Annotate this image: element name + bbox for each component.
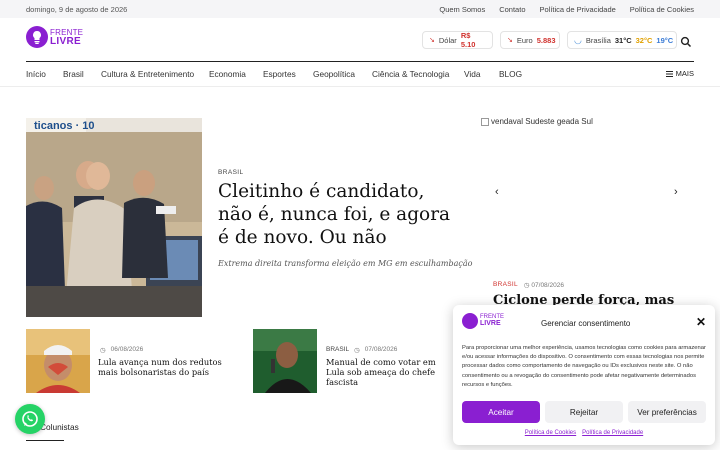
consent-link-privacy[interactable]: Política de Privacidade: [582, 430, 643, 436]
article-1-image[interactable]: [26, 329, 90, 393]
euro-value: 5.883: [536, 35, 556, 45]
more-label: MAIS: [675, 69, 694, 78]
euro-label: Euro: [516, 35, 533, 45]
link-contato[interactable]: Contato: [499, 5, 525, 14]
article-2-headline[interactable]: Manual de como votar em Lula sob ameaça …: [326, 357, 451, 387]
weather-min: 19°C: [656, 35, 674, 45]
slider-image[interactable]: vendaval Sudeste geada Sul: [481, 117, 593, 126]
link-cookies[interactable]: Política de Cookies: [630, 5, 694, 14]
hero-image[interactable]: ticanos · 10: [26, 118, 202, 317]
clock-icon: ◷: [100, 347, 106, 354]
nav-item-inicio[interactable]: Início: [26, 69, 46, 79]
slider-date: ◷ 07/08/2026: [523, 282, 564, 289]
search-icon[interactable]: [680, 35, 692, 48]
top-links: Quem Somos Contato Política de Privacida…: [439, 5, 694, 14]
section-colunistas: Colunistas: [40, 422, 79, 432]
link-privacidade[interactable]: Política de Privacidade: [540, 5, 616, 14]
weather-widget: ◡ Brasília 31°C 32°C 19°C: [567, 31, 677, 49]
hero-headline[interactable]: Cleitinho é candidato, não é, nunca foi,…: [218, 180, 454, 249]
nav-item-geopolitica[interactable]: Geopolítica: [313, 69, 355, 79]
nav-item-blog[interactable]: BLOG: [499, 69, 522, 79]
trend-down-icon: ↘: [507, 37, 513, 44]
whatsapp-button[interactable]: [15, 404, 45, 434]
whatsapp-icon: [22, 411, 38, 427]
cookie-consent-dialog: FRENTE LIVRE Gerenciar consentimento ✕ P…: [453, 305, 715, 445]
article-2-category[interactable]: BRASIL: [326, 346, 349, 354]
dolar-ticker: ↘ Dólar R$ 5.10: [422, 31, 493, 49]
chevron-left-icon[interactable]: ‹: [495, 186, 499, 198]
preferences-button[interactable]: Ver preferências: [628, 401, 706, 423]
reject-button[interactable]: Rejeitar: [545, 401, 623, 423]
consent-link-cookies[interactable]: Política de Cookies: [525, 430, 576, 436]
euro-ticker: ↘ Euro 5.883: [500, 31, 560, 49]
close-icon[interactable]: ✕: [696, 316, 706, 328]
top-bar: domingo, 9 de agosto de 2026 Quem Somos …: [0, 0, 720, 18]
weather-icon: ◡: [574, 34, 582, 45]
current-date: domingo, 9 de agosto de 2026: [26, 5, 128, 14]
article-1-meta: ◷ 06/08/2026: [100, 346, 143, 354]
consent-title: Gerenciar consentimento: [541, 319, 631, 328]
consent-links: Política de Cookies Política de Privacid…: [453, 430, 715, 436]
clock-icon: ◷: [354, 347, 360, 354]
nav-item-vida[interactable]: Vida: [464, 69, 480, 79]
more-menu-button[interactable]: MAIS: [665, 69, 694, 78]
link-quem-somos[interactable]: Quem Somos: [439, 5, 485, 14]
consent-text: Para proporcionar uma melhor experiência…: [462, 345, 706, 388]
article-1-headline[interactable]: Lula avança num dos redutos mais bolsona…: [98, 357, 238, 377]
chevron-right-icon[interactable]: ›: [674, 186, 678, 198]
article-1-date: 06/08/2026: [110, 346, 144, 353]
slider-image-alt: vendaval Sudeste geada Sul: [491, 117, 593, 126]
nav-item-esportes[interactable]: Esportes: [263, 69, 296, 79]
nav-item-ciencia[interactable]: Ciência & Tecnologia: [372, 69, 449, 79]
article-2-date: 07/08/2026: [364, 346, 398, 353]
broken-image-icon: [481, 117, 489, 126]
dolar-label: Dólar: [438, 35, 457, 45]
hamburger-icon: [665, 70, 673, 77]
section-underline: [26, 440, 64, 441]
header-bottom-border: [0, 86, 720, 87]
hero-subtitle: Extrema direita transforma eleição em MG…: [218, 259, 473, 268]
trend-down-icon: ↘: [429, 37, 435, 44]
nav-item-brasil[interactable]: Brasil: [63, 69, 84, 79]
nav-divider: [26, 61, 694, 62]
slider-meta: BRASIL ◷ 07/08/2026: [493, 281, 564, 289]
article-2-meta: BRASIL ◷ 07/08/2026: [326, 346, 397, 354]
nav-item-cultura[interactable]: Cultura & Entretenimento: [101, 69, 194, 79]
slider-category[interactable]: BRASIL: [493, 281, 518, 289]
consent-logo-word-2: LIVRE: [480, 320, 501, 327]
weather-max: 32°C: [635, 35, 653, 45]
consent-logo: FRENTE LIVRE: [462, 313, 504, 331]
lightbulb-icon: [26, 26, 48, 48]
weather-city: Brasília: [585, 35, 611, 45]
weather-now: 31°C: [614, 35, 632, 45]
article-2-image[interactable]: [253, 329, 317, 393]
nav-item-economia[interactable]: Economia: [209, 69, 246, 79]
site-logo[interactable]: FRENTE LIVRE: [26, 26, 86, 52]
logo-word-2: LIVRE: [50, 36, 81, 47]
hero-category[interactable]: BRASIL: [218, 169, 244, 176]
accept-button[interactable]: Aceitar: [462, 401, 540, 423]
lightbulb-icon: [462, 313, 478, 329]
hero-image-text: ticanos · 10: [34, 120, 95, 132]
dolar-value: R$ 5.10: [460, 31, 476, 49]
slider-date-text: 07/08/2026: [531, 282, 564, 289]
